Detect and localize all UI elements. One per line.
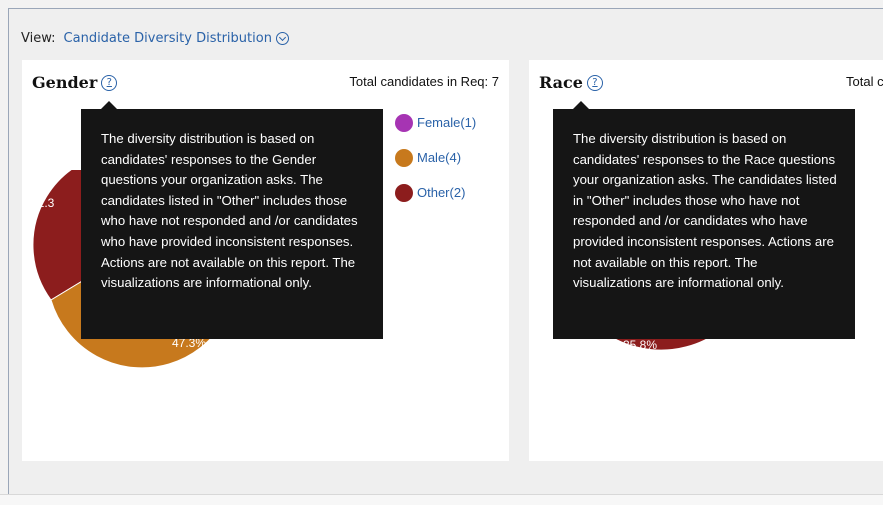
gender-pct-label-other: 32.3 — [31, 196, 55, 210]
view-dropdown[interactable]: Candidate Diversity Distribution — [64, 31, 289, 46]
race-title-text: Race — [539, 73, 583, 92]
legend-dot-female — [395, 113, 413, 132]
bottom-strip — [0, 494, 883, 505]
race-card-title: Race ? — [539, 73, 603, 92]
race-total-candidates: Total c — [846, 74, 883, 89]
legend-label-male[interactable]: Male(4) — [417, 150, 461, 165]
race-pct-label: 35.8% — [623, 338, 658, 352]
view-label: View: — [21, 31, 56, 46]
gender-title-text: Gender — [32, 73, 98, 92]
legend-item-other[interactable]: Other(2) — [395, 175, 476, 210]
legend-dot-male — [395, 148, 413, 167]
help-icon[interactable]: ? — [586, 74, 603, 91]
legend-item-female[interactable]: Female(1) — [395, 105, 476, 140]
legend-item-male[interactable]: Male(4) — [395, 140, 476, 175]
legend-label-female[interactable]: Female(1) — [417, 115, 476, 130]
view-dropdown-value[interactable]: Candidate Diversity Distribution — [64, 31, 272, 46]
gender-legend: Female(1) Male(4) Other(2) — [395, 105, 476, 210]
help-icon[interactable]: ? — [101, 74, 118, 91]
legend-label-other[interactable]: Other(2) — [417, 185, 465, 200]
chevron-down-circle-icon[interactable] — [275, 32, 289, 45]
gender-total-candidates: Total candidates in Req: 7 — [349, 74, 499, 89]
gender-card-title: Gender ? — [32, 73, 118, 92]
race-help-tooltip: The diversity distribution is based on c… — [553, 101, 855, 339]
legend-dot-other — [395, 183, 413, 202]
gender-help-tooltip: The diversity distribution is based on c… — [81, 101, 383, 339]
view-selector-row: View: Candidate Diversity Distribution — [21, 31, 289, 46]
